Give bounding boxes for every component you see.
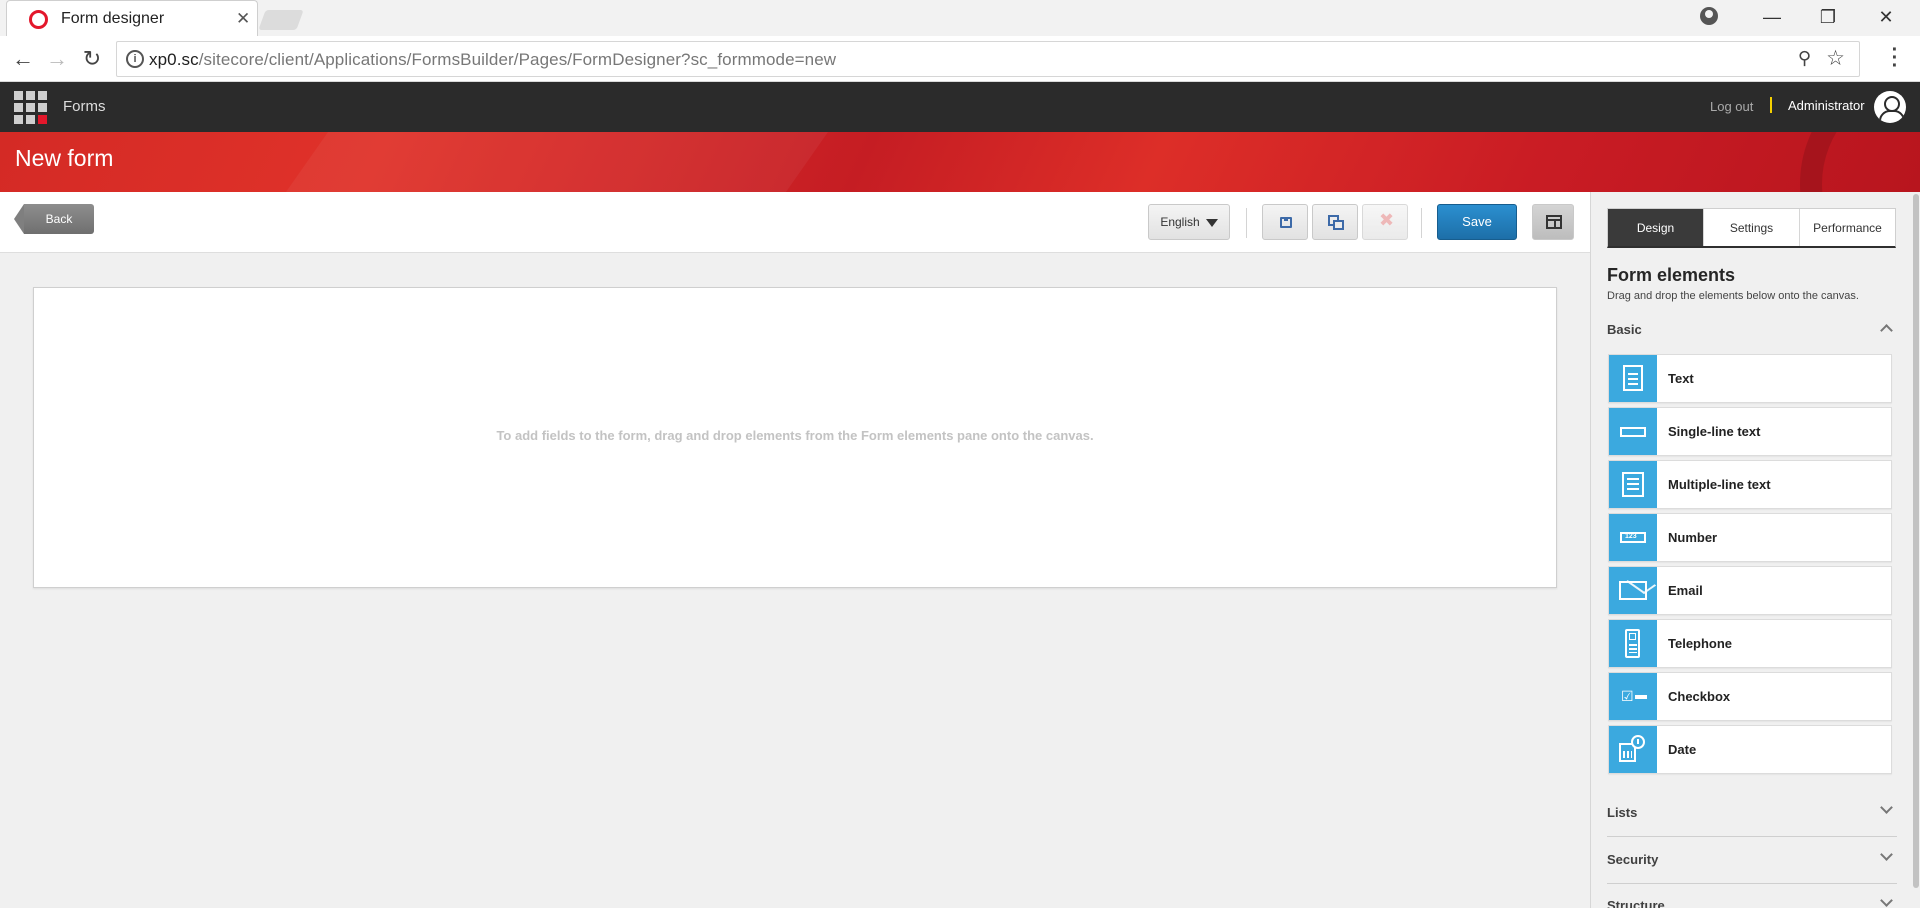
- chevron-down-icon: [1880, 801, 1893, 814]
- element-single-line-text[interactable]: Single-line text: [1608, 407, 1892, 456]
- sitecore-appbar: Forms Log out Administrator: [0, 82, 1920, 132]
- browser-tabbar: Form designer ✕ — ❐ ✕: [0, 0, 1920, 36]
- tab-settings[interactable]: Settings: [1704, 209, 1800, 246]
- toolbar-divider: [1246, 208, 1247, 238]
- reload-icon[interactable]: ↻: [77, 44, 107, 74]
- delete-button[interactable]: ✖: [1362, 204, 1408, 240]
- save-as-icon-button[interactable]: [1312, 204, 1358, 240]
- panel-scrollbar[interactable]: [1912, 192, 1920, 908]
- phone-icon: [1609, 620, 1657, 667]
- bookmark-star-icon[interactable]: ☆: [1826, 46, 1845, 71]
- site-info-icon[interactable]: i: [126, 50, 144, 68]
- user-name[interactable]: Administrator: [1788, 98, 1865, 113]
- chevron-down-icon: [1880, 848, 1893, 861]
- tab-design[interactable]: Design: [1608, 209, 1704, 246]
- back-button[interactable]: Back: [14, 204, 94, 234]
- address-url[interactable]: xp0.sc/sitecore/client/Applications/Form…: [149, 50, 836, 70]
- checkbox-icon: ☑: [1609, 673, 1657, 720]
- page-header: New form: [0, 132, 1920, 192]
- panel-tabs: Design Settings Performance: [1607, 208, 1896, 248]
- basic-elements-list: Text Single-line text Multiple-line text…: [1608, 354, 1892, 778]
- element-label: Email: [1668, 583, 1703, 598]
- zoom-icon[interactable]: ⚲: [1798, 48, 1811, 69]
- new-tab-button[interactable]: [258, 10, 304, 30]
- address-bar[interactable]: i xp0.sc/sitecore/client/Applications/Fo…: [116, 41, 1860, 77]
- element-label: Telephone: [1668, 636, 1733, 651]
- close-tab-icon[interactable]: ✕: [236, 9, 250, 29]
- element-label: Single-line text: [1668, 424, 1761, 439]
- action-bar: Back English ✖ Save: [0, 192, 1590, 253]
- text-document-icon: [1609, 355, 1657, 402]
- chevron-down-icon: [1880, 894, 1893, 907]
- logout-link[interactable]: Log out: [1710, 99, 1753, 114]
- tab-performance[interactable]: Performance: [1800, 209, 1895, 246]
- browser-tab-title: Form designer: [61, 10, 165, 27]
- forward-arrow-icon[interactable]: →: [42, 44, 72, 74]
- scrollbar-thumb[interactable]: [1913, 194, 1919, 888]
- element-multiple-line-text[interactable]: Multiple-line text: [1608, 460, 1892, 509]
- section-structure[interactable]: Structure: [1607, 890, 1897, 908]
- panel-subtitle: Drag and drop the elements below onto th…: [1607, 290, 1859, 302]
- element-telephone[interactable]: Telephone: [1608, 619, 1892, 668]
- section-divider: [1607, 883, 1897, 884]
- browser-toolbar: ← → ↻ i xp0.sc/sitecore/client/Applicati…: [0, 36, 1920, 82]
- section-divider: [1607, 836, 1897, 837]
- section-basic[interactable]: Basic: [1607, 314, 1897, 346]
- appbar-separator: [1770, 97, 1772, 113]
- calendar-clock-icon: [1609, 726, 1657, 773]
- save-icon-button[interactable]: [1262, 204, 1308, 240]
- save-as-icon-overlay: [1333, 220, 1344, 230]
- language-value: English: [1160, 215, 1200, 229]
- element-label: Multiple-line text: [1668, 477, 1771, 492]
- number-icon: 123: [1609, 514, 1657, 561]
- caret-down-icon: [1205, 219, 1218, 227]
- app-name[interactable]: Forms: [63, 98, 106, 115]
- delete-x-icon: ✖: [1379, 210, 1395, 230]
- section-structure-label: Structure: [1607, 898, 1665, 908]
- form-elements-panel: Design Settings Performance Form element…: [1590, 192, 1920, 908]
- element-email[interactable]: Email: [1608, 566, 1892, 615]
- element-checkbox[interactable]: ☑ Checkbox: [1608, 672, 1892, 721]
- section-lists[interactable]: Lists: [1607, 797, 1897, 829]
- multi-line-text-icon: [1609, 461, 1657, 508]
- minimize-icon[interactable]: —: [1752, 4, 1792, 30]
- section-security-label: Security: [1607, 852, 1659, 867]
- form-canvas[interactable]: To add fields to the form, drag and drop…: [33, 287, 1557, 588]
- element-date[interactable]: Date: [1608, 725, 1892, 774]
- user-avatar-icon[interactable]: [1874, 91, 1906, 123]
- language-dropdown[interactable]: English: [1148, 204, 1230, 240]
- toggle-panel-button[interactable]: [1532, 204, 1574, 240]
- browser-tab[interactable]: Form designer ✕: [6, 0, 258, 36]
- envelope-icon: [1609, 567, 1657, 614]
- page-title: New form: [15, 145, 114, 171]
- element-label: Text: [1668, 371, 1694, 386]
- save-button[interactable]: Save: [1437, 204, 1517, 240]
- launchpad-grid-icon[interactable]: [14, 91, 47, 124]
- profile-icon[interactable]: [1700, 7, 1718, 25]
- browser-menu-icon[interactable]: · · ·: [1890, 40, 1900, 76]
- section-lists-label: Lists: [1607, 805, 1638, 820]
- panel-title: Form elements: [1607, 265, 1736, 285]
- toolbar-divider: [1421, 208, 1422, 238]
- element-label: Number: [1668, 530, 1718, 545]
- element-text[interactable]: Text: [1608, 354, 1892, 403]
- back-arrow-icon[interactable]: ←: [8, 44, 38, 74]
- opera-favicon-icon: [29, 10, 48, 29]
- floppy-disk-icon: [1280, 217, 1292, 228]
- element-label: Date: [1668, 742, 1697, 757]
- element-label: Checkbox: [1668, 689, 1731, 704]
- element-number[interactable]: 123 Number: [1608, 513, 1892, 562]
- restore-icon[interactable]: ❐: [1808, 4, 1848, 30]
- canvas-hint: To add fields to the form, drag and drop…: [496, 428, 1094, 443]
- single-line-text-icon: [1609, 408, 1657, 455]
- section-basic-label: Basic: [1607, 322, 1642, 337]
- layout-panel-icon: [1546, 215, 1562, 229]
- chevron-up-icon: [1880, 324, 1893, 337]
- window-close-icon[interactable]: ✕: [1866, 4, 1906, 30]
- section-security[interactable]: Security: [1607, 844, 1897, 876]
